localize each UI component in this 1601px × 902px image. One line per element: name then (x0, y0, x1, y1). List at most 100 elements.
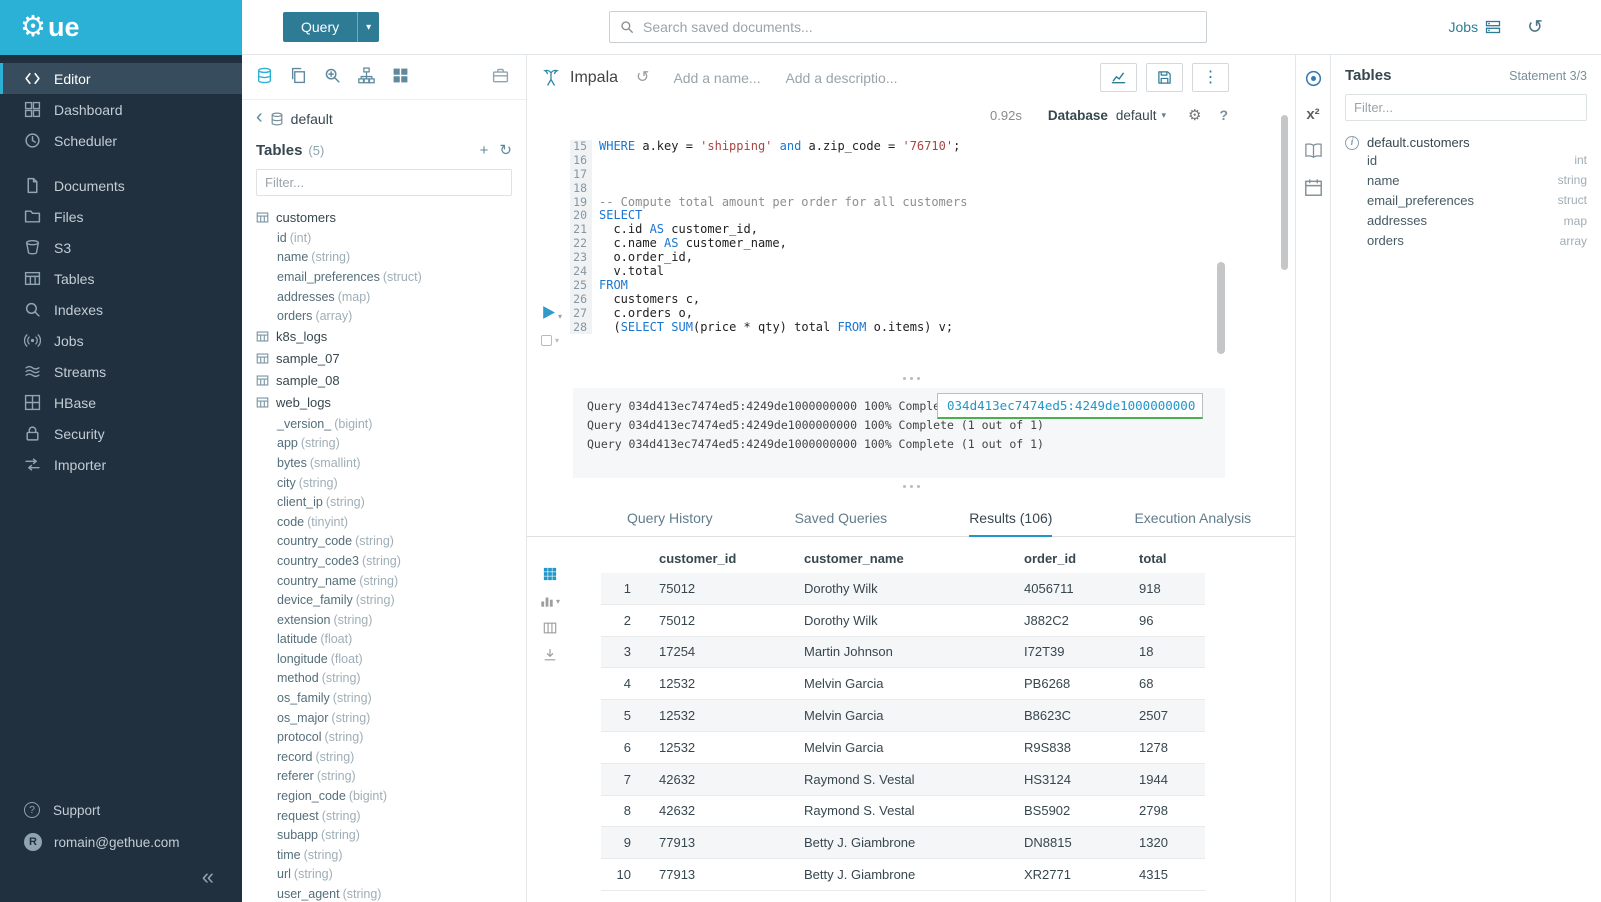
assist-column-record[interactable]: record(string) (256, 747, 512, 767)
table-row[interactable]: 1077913Betty J. GiambroneXR27714315 (601, 859, 1205, 891)
database-selector[interactable]: default ▾ (1116, 108, 1166, 123)
sidebar-item-security[interactable]: Security (0, 418, 242, 449)
active-table-row[interactable]: i default.customers (1345, 135, 1587, 150)
language-reference-icon[interactable] (1304, 141, 1323, 160)
table-row[interactable]: 275012Dorothy WilkJ882C296 (601, 605, 1205, 637)
assist-filter-input[interactable] (256, 169, 512, 196)
execute-caret-icon[interactable]: ▾ (558, 312, 562, 321)
sidebar-item-editor[interactable]: Editor (0, 63, 242, 94)
assist-column-_version_[interactable]: _version_(bigint) (256, 414, 512, 434)
table-row[interactable]: 175012Dorothy Wilk4056711918 (601, 573, 1205, 605)
columns-icon[interactable] (543, 621, 557, 635)
editor-context-icon[interactable] (1304, 69, 1323, 88)
sitemap-icon[interactable] (358, 67, 378, 87)
assist-column-city[interactable]: city(string) (256, 473, 512, 493)
assist-column-latitude[interactable]: latitude(float) (256, 630, 512, 650)
tab-saved-queries[interactable]: Saved Queries (795, 500, 888, 537)
assist-table-sample_07[interactable]: sample_07 (256, 348, 512, 370)
table-row[interactable]: 512532Melvin GarciaB8623C2507 (601, 700, 1205, 732)
refresh-icon[interactable]: ↻ (499, 143, 512, 158)
right-assist-column-email_preferences[interactable]: email_preferencesstruct (1345, 190, 1587, 210)
assist-column-time[interactable]: time(string) (256, 845, 512, 865)
chart-view-icon[interactable]: ▾ (540, 594, 560, 608)
hue-logo[interactable]: ⚙ ue (0, 0, 242, 55)
assist-column-id[interactable]: id(int) (256, 228, 512, 248)
new-query-button[interactable]: Query ▾ (283, 12, 379, 42)
sidebar-item-s3[interactable]: S3 (0, 232, 242, 263)
right-assist-column-name[interactable]: namestring (1345, 170, 1587, 190)
table-row[interactable]: 977913Betty J. GiambroneDN88151320 (601, 827, 1205, 859)
sidebar-item-dashboard[interactable]: Dashboard (0, 94, 242, 125)
back-chevron-icon[interactable]: ‹ (256, 107, 263, 127)
sidebar-item-tables[interactable]: Tables (0, 263, 242, 294)
assist-table-sample_08[interactable]: sample_08 (256, 370, 512, 392)
assist-column-request[interactable]: request(string) (256, 806, 512, 826)
assist-column-referer[interactable]: referer(string) (256, 767, 512, 787)
query-description-input[interactable] (785, 70, 903, 86)
query-name-input[interactable] (673, 70, 773, 86)
sidebar-item-jobs[interactable]: Jobs (0, 325, 242, 356)
sidebar-item-documents[interactable]: Documents (0, 170, 242, 201)
execute-button[interactable]: ▾ (540, 304, 562, 321)
assist-column-orders[interactable]: orders(array) (256, 306, 512, 326)
save-button[interactable] (1146, 63, 1183, 92)
assist-column-name[interactable]: name(string) (256, 248, 512, 268)
tab-query-history[interactable]: Query History (627, 500, 713, 537)
collapse-sidebar-icon[interactable]: « (202, 866, 214, 888)
databases-icon[interactable] (256, 67, 276, 87)
table-row[interactable]: 742632Raymond S. VestalHS31241944 (601, 764, 1205, 796)
sidebar-item-importer[interactable]: Importer (0, 449, 242, 480)
assist-column-addresses[interactable]: addresses(map) (256, 287, 512, 307)
sidebar-item-user[interactable]: R romain@gethue.com (0, 826, 242, 858)
sidebar-item-hbase[interactable]: HBase (0, 387, 242, 418)
add-icon[interactable]: + (480, 143, 489, 158)
more-options-button[interactable]: ⋮ (1192, 63, 1229, 92)
right-assist-column-orders[interactable]: ordersarray (1345, 231, 1587, 251)
bag-icon[interactable] (492, 67, 512, 87)
assist-table-web_logs[interactable]: web_logs (256, 392, 512, 414)
apps-icon[interactable] (392, 67, 412, 87)
table-row[interactable]: 412532Melvin GarciaPB626868 (601, 668, 1205, 700)
assist-column-method[interactable]: method(string) (256, 669, 512, 689)
query-dropdown-caret-icon[interactable]: ▾ (357, 12, 379, 42)
sidebar-item-files[interactable]: Files (0, 201, 242, 232)
editor-scrollbar[interactable] (1217, 262, 1225, 354)
chart-button[interactable] (1100, 63, 1137, 92)
code-editor[interactable]: 15WHERE a.key = 'shipping' and a.zip_cod… (527, 130, 1295, 370)
sidebar-item-streams[interactable]: Streams (0, 356, 242, 387)
assist-table-k8s_logs[interactable]: k8s_logs (256, 326, 512, 348)
assist-table-customers[interactable]: customers (256, 206, 512, 228)
assist-column-os_family[interactable]: os_family(string) (256, 688, 512, 708)
resize-handle[interactable] (527, 370, 1295, 386)
assist-column-code[interactable]: code(tinyint) (256, 512, 512, 532)
sidebar-item-indexes[interactable]: Indexes (0, 294, 242, 325)
jobs-link[interactable]: Jobs (1449, 19, 1502, 35)
assist-column-longitude[interactable]: longitude(float) (256, 649, 512, 669)
download-icon[interactable] (543, 648, 557, 662)
assist-column-subapp[interactable]: subapp(string) (256, 825, 512, 845)
assist-column-region_code[interactable]: region_code(bigint) (256, 786, 512, 806)
settings-gear-icon[interactable]: ⚙ (1188, 108, 1201, 123)
sidebar-item-scheduler[interactable]: Scheduler (0, 125, 242, 156)
search-input[interactable] (643, 19, 1196, 35)
assist-column-email_preferences[interactable]: email_preferences(struct) (256, 267, 512, 287)
table-row[interactable]: 317254Martin JohnsonI72T3918 (601, 637, 1205, 669)
database-breadcrumb[interactable]: default (291, 111, 333, 127)
assist-column-country_name[interactable]: country_name(string) (256, 571, 512, 591)
query-id-link[interactable]: 034d413ec7474ed5:4249de1000000000 (947, 398, 1195, 413)
search-plus-icon[interactable] (324, 67, 344, 87)
schedule-icon[interactable] (1304, 178, 1323, 197)
functions-icon[interactable]: x² (1306, 106, 1319, 123)
assist-column-country_code3[interactable]: country_code3(string) (256, 551, 512, 571)
tab-results-106[interactable]: Results (106) (969, 500, 1052, 537)
assist-column-extension[interactable]: extension(string) (256, 610, 512, 630)
documents-icon[interactable] (290, 67, 310, 87)
resize-handle-2[interactable] (527, 478, 1295, 494)
assist-column-url[interactable]: url(string) (256, 865, 512, 885)
assist-column-user_agent[interactable]: user_agent(string) (256, 884, 512, 902)
right-assist-column-id[interactable]: idint (1345, 150, 1587, 170)
help-icon[interactable]: ? (1219, 107, 1228, 123)
query-history-icon[interactable]: ↺ (1527, 18, 1543, 37)
snippet-history-icon[interactable]: ↺ (636, 70, 649, 86)
assist-column-os_major[interactable]: os_major(string) (256, 708, 512, 728)
